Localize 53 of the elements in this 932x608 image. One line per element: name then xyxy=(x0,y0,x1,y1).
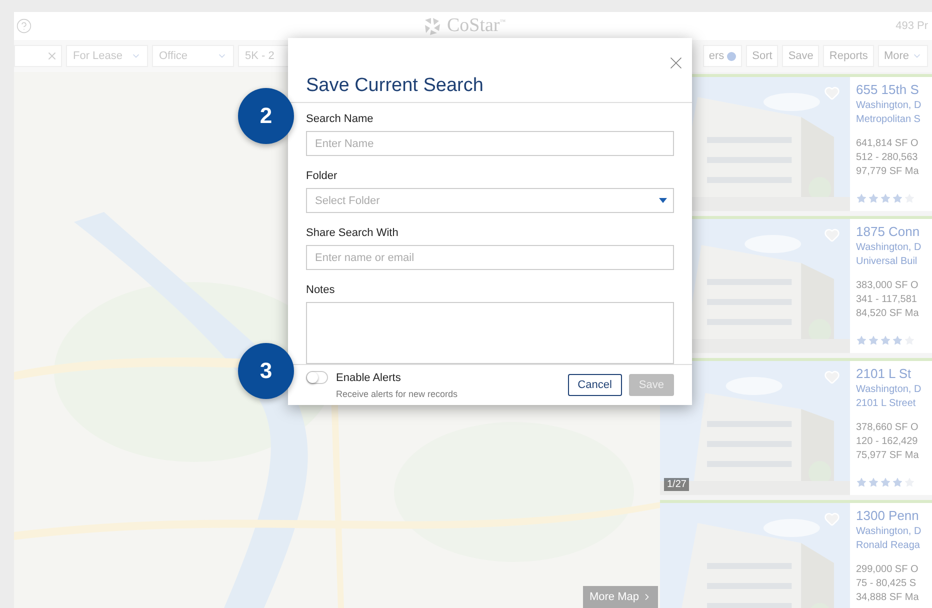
more-button[interactable]: More xyxy=(878,45,928,67)
star-icon xyxy=(856,477,867,488)
listing-title[interactable]: 1875 Conn xyxy=(856,223,932,241)
star-icon xyxy=(892,335,903,346)
heart-icon[interactable] xyxy=(824,369,840,385)
listing-detail: 97,779 SF Ma xyxy=(856,165,920,179)
listing-detail: 383,000 SF O xyxy=(856,279,920,293)
toolbar-button[interactable]: Sort xyxy=(746,45,778,67)
heart-icon[interactable] xyxy=(824,511,840,527)
star-icon xyxy=(868,477,879,488)
toolbar-button[interactable]: Reports xyxy=(823,45,874,67)
listing-city: Washington, D xyxy=(856,99,922,113)
listing-title[interactable]: 1300 Penn xyxy=(856,507,932,525)
filter-dropdown[interactable]: For Lease xyxy=(66,45,148,67)
listing-detail: 75,977 SF Ma xyxy=(856,449,920,463)
help-icon[interactable] xyxy=(16,18,32,34)
filters-button[interactable]: ers xyxy=(702,45,742,67)
heart-icon[interactable] xyxy=(824,85,840,101)
listing-building: Universal Buil xyxy=(856,255,918,269)
listing-title[interactable]: 655 15th S xyxy=(856,81,932,99)
star-icon xyxy=(892,193,903,204)
listing-city: Washington, D xyxy=(856,525,922,539)
listing-city: Washington, D xyxy=(856,383,922,397)
listing-city: Washington, D xyxy=(856,241,922,255)
listing-detail: 299,000 SF O xyxy=(856,563,920,577)
star-icon xyxy=(880,477,891,488)
photo-counter: 1/27 xyxy=(664,478,690,491)
star-icon xyxy=(892,477,903,488)
listing-detail: 512 - 280,563 xyxy=(856,151,919,165)
listing-detail: 641,814 SF O xyxy=(856,137,920,151)
heart-icon[interactable] xyxy=(824,227,840,243)
star-icon xyxy=(856,335,867,346)
star-icon xyxy=(856,193,867,204)
filter-dropdown[interactable]: Office xyxy=(152,45,234,67)
listing-title[interactable]: 2101 L St xyxy=(856,365,932,383)
listing-card[interactable]: 1300 Penn Washington, D Ronald Reaga 299,000 SF O 75 - 80,425 S 34,888 SF Ma xyxy=(660,500,932,608)
listing-detail: 120 - 162,429 xyxy=(856,435,919,449)
star-icon xyxy=(880,193,891,204)
toolbar-button[interactable]: Save xyxy=(782,45,820,67)
listing-detail: 341 - 117,581 xyxy=(856,293,918,307)
star-icon xyxy=(868,335,879,346)
listing-detail: 84,520 SF Ma xyxy=(856,307,920,321)
caret-icon xyxy=(659,198,667,204)
listing-detail: 378,660 SF O xyxy=(856,421,920,435)
listing-building: Metropolitan S xyxy=(856,113,922,127)
listing-building: 2101 L Street xyxy=(856,397,917,411)
listing-detail: 34,888 SF Ma xyxy=(856,591,920,605)
clear-icon[interactable] xyxy=(46,50,58,62)
star-icon xyxy=(880,335,891,346)
star-icon xyxy=(868,193,879,204)
search-field[interactable] xyxy=(14,45,62,67)
listing-detail: 75 - 80,425 S xyxy=(856,577,918,591)
listing-building: Ronald Reaga xyxy=(856,539,921,553)
